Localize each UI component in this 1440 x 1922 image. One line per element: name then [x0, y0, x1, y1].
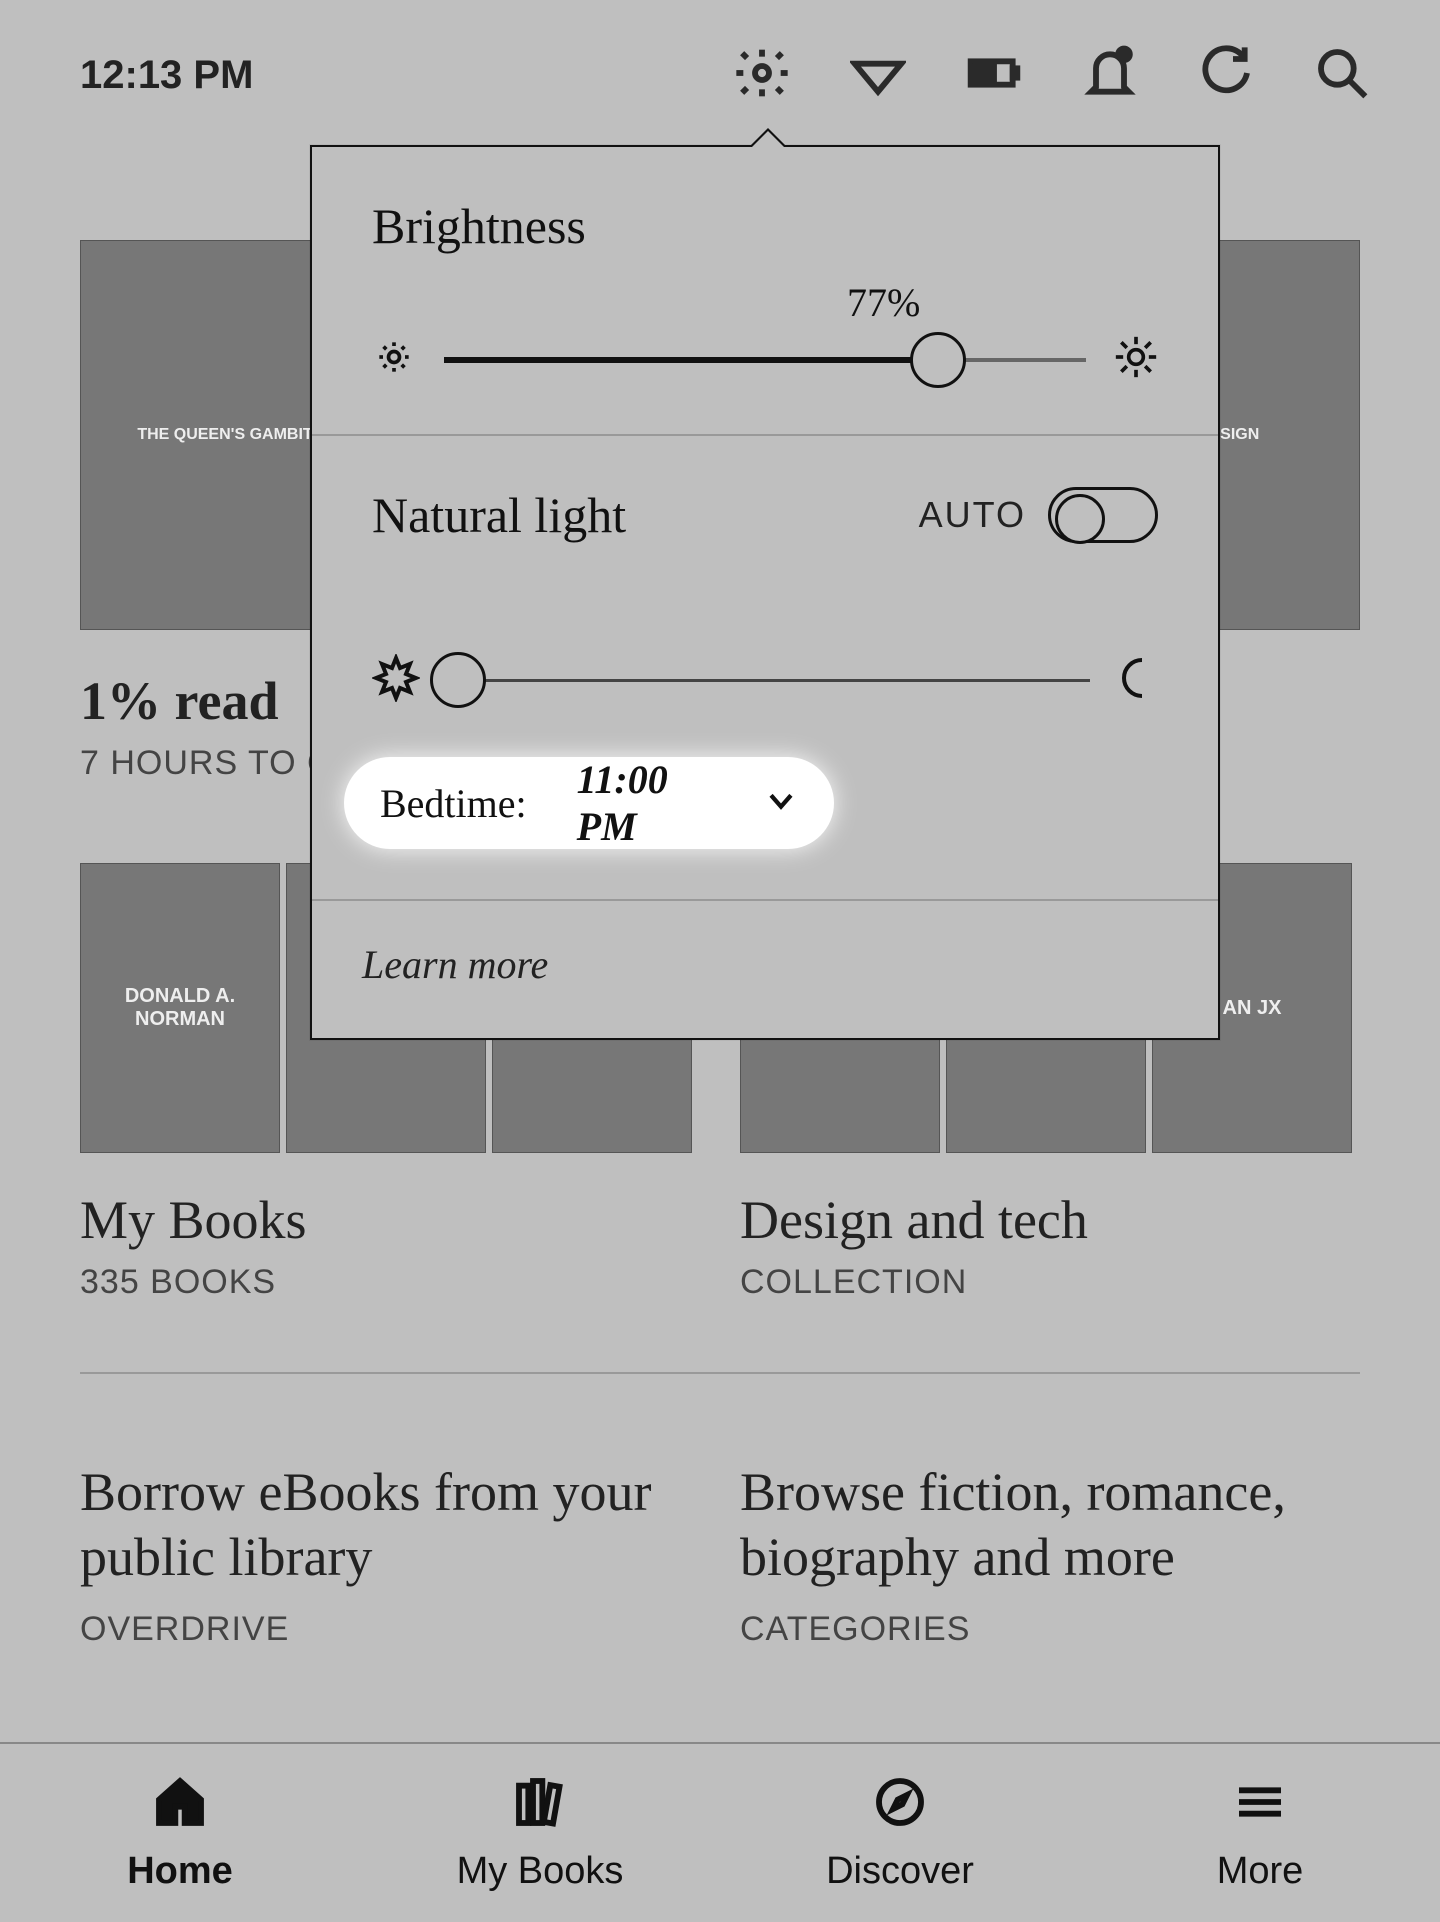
tile-title: Borrow eBooks from your public library — [80, 1460, 700, 1590]
tile-subtitle: OVERDRIVE — [80, 1610, 700, 1649]
auto-label: AUTO — [919, 494, 1026, 536]
bedtime-value: 11:00 PM — [577, 756, 714, 850]
sun-outline-icon — [372, 654, 420, 707]
categories-tile[interactable]: Browse fiction, romance, biography and m… — [740, 1424, 1360, 1649]
natural-light-section: Natural light AUTO Bedtime: 11:00 PM — [312, 436, 1218, 899]
popup-pointer — [752, 131, 784, 147]
battery-icon[interactable] — [966, 45, 1022, 106]
compass-icon — [872, 1774, 928, 1840]
divider — [80, 1372, 1360, 1374]
notifications-icon[interactable] — [1082, 45, 1138, 106]
auto-toggle[interactable] — [1048, 487, 1158, 543]
tile-title: Browse fiction, romance, biography and m… — [740, 1460, 1360, 1590]
shelf-subtitle: COLLECTION — [740, 1263, 1360, 1302]
brightness-high-icon — [1114, 335, 1158, 384]
tab-discover[interactable]: Discover — [720, 1744, 1080, 1922]
brightness-percent-label: 77% — [847, 279, 920, 326]
tab-mybooks[interactable]: My Books — [360, 1744, 720, 1922]
tab-label: Home — [127, 1850, 233, 1893]
bedtime-label: Bedtime: — [380, 780, 527, 827]
bedtime-dropdown[interactable]: Bedtime: 11:00 PM — [344, 757, 834, 849]
clock: 12:13 PM — [80, 53, 253, 98]
shelf-title: Design and tech — [740, 1189, 1360, 1251]
shelf-title: My Books — [80, 1189, 700, 1251]
brightness-icon[interactable] — [734, 45, 790, 106]
learn-more-link[interactable]: Learn more — [362, 942, 548, 987]
chevron-down-icon — [764, 784, 798, 823]
brightness-section: Brightness 77% — [312, 147, 1218, 434]
menu-icon — [1232, 1774, 1288, 1840]
tab-label: My Books — [457, 1850, 624, 1893]
tile-subtitle: CATEGORIES — [740, 1610, 1360, 1649]
status-bar: 12:13 PM — [0, 0, 1440, 150]
status-icons — [734, 45, 1370, 106]
shelf-subtitle: 335 BOOKS — [80, 1263, 700, 1302]
brightness-low-icon — [372, 335, 416, 384]
book-cover: DONALD A. NORMAN — [80, 863, 280, 1153]
tab-more[interactable]: More — [1080, 1744, 1440, 1922]
sync-icon[interactable] — [1198, 45, 1254, 106]
learn-more-section: Learn more — [312, 901, 1218, 1038]
tab-label: More — [1217, 1850, 1304, 1893]
natural-light-slider-thumb[interactable] — [430, 652, 486, 708]
brightness-title: Brightness — [372, 197, 1158, 255]
brightness-slider-thumb[interactable] — [910, 332, 966, 388]
brightness-popup: Brightness 77% Natural light AUTO — [310, 145, 1220, 1040]
wifi-icon[interactable] — [850, 45, 906, 106]
brightness-slider[interactable] — [444, 358, 1086, 362]
search-icon[interactable] — [1314, 45, 1370, 106]
books-icon — [512, 1774, 568, 1840]
tab-home[interactable]: Home — [0, 1744, 360, 1922]
moon-icon — [1110, 654, 1158, 707]
tab-bar: Home My Books Discover More — [0, 1742, 1440, 1922]
natural-light-slider[interactable] — [440, 679, 1090, 682]
natural-light-title: Natural light — [372, 486, 626, 544]
home-icon — [152, 1774, 208, 1840]
tab-label: Discover — [826, 1850, 974, 1893]
overdrive-tile[interactable]: Borrow eBooks from your public library O… — [80, 1424, 700, 1649]
